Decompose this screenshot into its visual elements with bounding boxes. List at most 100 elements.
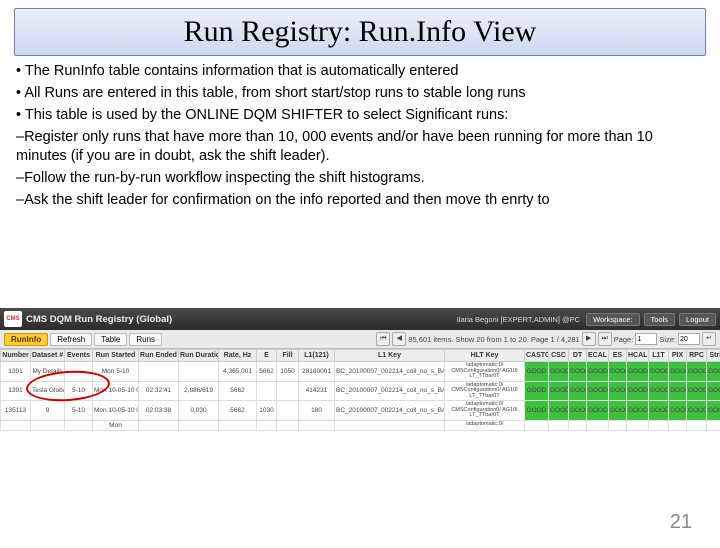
status-cell	[569, 420, 587, 430]
status-cell: GOOD	[707, 381, 720, 401]
next-page-icon[interactable]: ▶	[582, 332, 596, 346]
size-input[interactable]	[678, 333, 700, 345]
cell	[219, 420, 257, 430]
col-header[interactable]: L1 Key	[335, 350, 445, 362]
page-input[interactable]	[635, 333, 657, 345]
status-cell: GOOD	[587, 381, 609, 401]
table-header-row: NumberDataset #EventsRun StartedRun Ende…	[1, 350, 720, 362]
status-cell	[609, 420, 627, 430]
col-header[interactable]: Run Started	[93, 350, 139, 362]
status-cell: GOOD	[549, 362, 569, 382]
status-cell: GOOD	[609, 362, 627, 382]
app-title: CMS DQM Run Registry (Global)	[26, 314, 172, 325]
col-header[interactable]: HLT Key	[445, 350, 525, 362]
pager: ⏮ ◀ 85,601 items. Show 20 from 1 to 20. …	[376, 332, 716, 346]
cell: 1030	[257, 401, 277, 421]
status-cell: GOOD	[687, 381, 707, 401]
col-header[interactable]: RPC	[687, 350, 707, 362]
col-header[interactable]: Events	[65, 350, 93, 362]
cell	[335, 420, 445, 430]
status-cell: GOOD	[569, 362, 587, 382]
slide-title: Run Registry: Run.Info View	[14, 8, 706, 56]
col-header[interactable]: E	[257, 350, 277, 362]
col-header[interactable]: Number	[1, 350, 31, 362]
col-header[interactable]: Fill	[277, 350, 299, 362]
cell: Mon	[93, 420, 139, 430]
cell	[299, 420, 335, 430]
status-cell: GOOD	[669, 381, 687, 401]
table-row[interactable]: Mon/adaptomatic:0/	[1, 420, 720, 430]
status-cell: GOOD	[649, 401, 669, 421]
logout-button[interactable]: Logout	[679, 313, 716, 326]
first-page-icon[interactable]: ⏮	[376, 332, 390, 346]
col-header[interactable]: HCAL	[627, 350, 649, 362]
status-cell: GOOD	[707, 362, 720, 382]
cell: BC_20100007_002214_coll_no_s_BASE	[335, 381, 445, 401]
col-header[interactable]: ES	[609, 350, 627, 362]
bullet-1: The RunInfo table contains information t…	[16, 62, 704, 80]
col-header[interactable]: L1T	[649, 350, 669, 362]
status-cell: GOOD	[669, 362, 687, 382]
status-cell: GOOD	[707, 401, 720, 421]
col-header[interactable]: ECAL	[587, 350, 609, 362]
col-header[interactable]: CASTOR	[525, 350, 549, 362]
subpoint-1: Register only runs that have more than 1…	[16, 128, 704, 164]
last-page-icon[interactable]: ⏭	[598, 332, 612, 346]
tab-runinfo[interactable]: RunInfo	[4, 333, 48, 346]
cell: 1391	[1, 362, 31, 382]
status-cell	[525, 420, 549, 430]
status-cell: GOOD	[525, 401, 549, 421]
table-button[interactable]: Table	[94, 333, 127, 346]
status-cell: GOOD	[627, 381, 649, 401]
cell	[179, 420, 219, 430]
cell: 9	[31, 401, 65, 421]
col-header[interactable]: L1(121)	[299, 350, 335, 362]
col-header[interactable]: Run Ended	[139, 350, 179, 362]
cell: /adaptomatic:0/	[445, 420, 525, 430]
status-cell: GOOD	[687, 401, 707, 421]
cell: Mon 5-10	[93, 362, 139, 382]
cell: 02:03:38	[139, 401, 179, 421]
cell	[277, 401, 299, 421]
status-cell: GOOD	[525, 362, 549, 382]
cell: 1050	[277, 362, 299, 382]
cell: 0,030	[179, 401, 219, 421]
cell: 4,365,001	[219, 362, 257, 382]
tools-button[interactable]: Tools	[644, 313, 676, 326]
go-icon[interactable]: ↵	[702, 332, 716, 346]
cell	[179, 362, 219, 382]
col-header[interactable]: Dataset #	[31, 350, 65, 362]
status-cell: GOOD	[587, 401, 609, 421]
status-cell: GOOD	[569, 401, 587, 421]
col-header[interactable]: CSC	[549, 350, 569, 362]
workspace-button[interactable]: Workspace:	[586, 313, 639, 326]
slide-body: The RunInfo table contains information t…	[16, 62, 704, 209]
refresh-button[interactable]: Refresh	[50, 333, 92, 346]
status-cell: GOOD	[649, 362, 669, 382]
col-header[interactable]: Strip	[707, 350, 720, 362]
subpoint-2: Follow the run-by-run workflow inspectin…	[16, 169, 704, 187]
status-cell: GOOD	[649, 381, 669, 401]
col-header[interactable]: PIX	[669, 350, 687, 362]
table-row[interactable]: 1391Tesla Globa5-10Mon 10-05-10 02:20:57…	[1, 381, 720, 401]
status-cell: GOOD	[525, 381, 549, 401]
status-cell	[549, 420, 569, 430]
pager-summary: 85,601 items. Show 20 from 1 to 20. Page…	[408, 335, 579, 344]
runs-button[interactable]: Runs	[129, 333, 162, 346]
cell: 5662	[219, 401, 257, 421]
cell	[139, 362, 179, 382]
table-row[interactable]: 13511395-10Mon 10-05-10 02:02:4602:03:38…	[1, 401, 720, 421]
cell: 28180001	[299, 362, 335, 382]
cell	[65, 420, 93, 430]
cell	[139, 420, 179, 430]
prev-page-icon[interactable]: ◀	[392, 332, 406, 346]
cms-logo-icon: CMS	[4, 311, 22, 327]
cell: My Details	[31, 362, 65, 382]
table-row[interactable]: 1391My DetailsMon 5-104,365,001566210502…	[1, 362, 720, 382]
toolbar: RunInfo Refresh Table Runs ⏮ ◀ 85,601 it…	[0, 330, 720, 349]
col-header[interactable]: Run Duration	[179, 350, 219, 362]
cell: BC_20100007_002214_coll_no_s_BASE	[335, 401, 445, 421]
col-header[interactable]: DT	[569, 350, 587, 362]
status-cell	[707, 420, 720, 430]
col-header[interactable]: Rate, Hz	[219, 350, 257, 362]
